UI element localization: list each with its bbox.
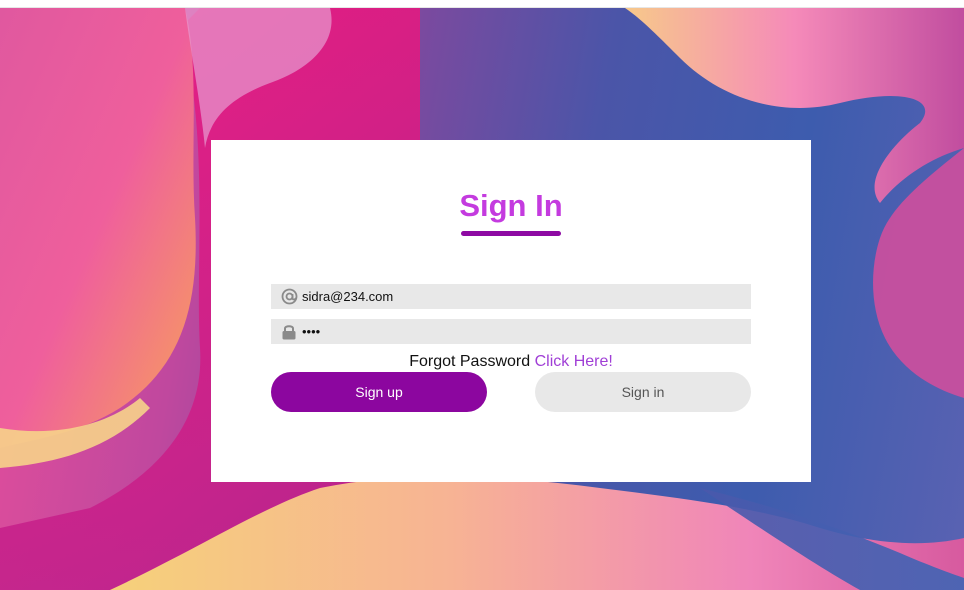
lock-icon <box>280 323 298 341</box>
password-field-container <box>271 319 751 344</box>
at-icon <box>280 288 298 306</box>
email-input[interactable] <box>302 286 742 307</box>
browser-top-bar <box>0 0 964 8</box>
page-title: Sign In <box>459 188 563 223</box>
sign-up-button[interactable]: Sign up <box>271 372 487 412</box>
forgot-password-row: Forgot Password Click Here! <box>211 353 811 371</box>
title-underline <box>461 231 561 236</box>
forgot-password-text: Forgot Password <box>409 353 535 370</box>
forgot-password-link[interactable]: Click Here! <box>535 353 613 370</box>
password-input[interactable] <box>302 321 742 342</box>
sign-in-card: Sign In Forgot Password Click Here! Sign… <box>211 140 811 482</box>
sign-in-button[interactable]: Sign in <box>535 372 751 412</box>
email-field-container <box>271 284 751 309</box>
